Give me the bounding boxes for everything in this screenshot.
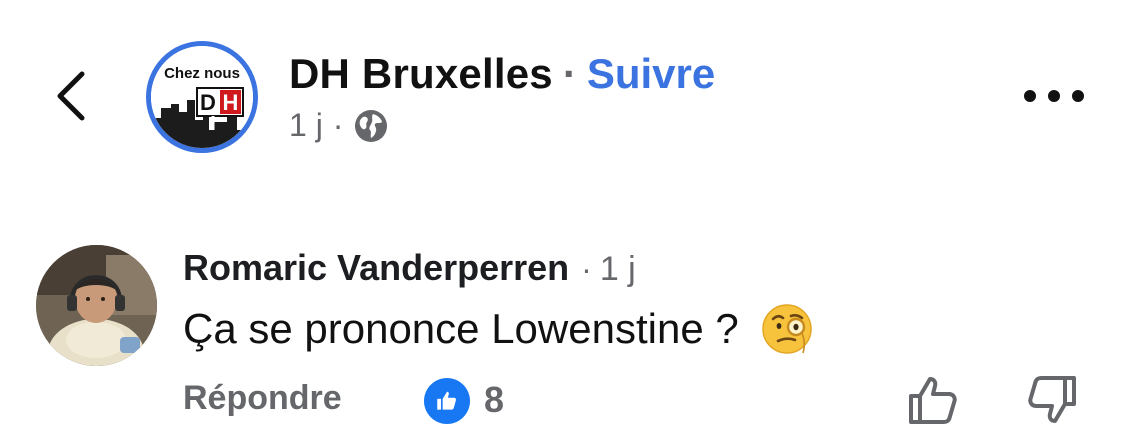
more-dot bbox=[1072, 90, 1084, 102]
logo-text: Chez nous bbox=[164, 65, 240, 82]
follow-button[interactable]: Suivre bbox=[587, 50, 715, 98]
commenter-photo bbox=[36, 245, 157, 366]
globe-icon bbox=[355, 109, 388, 142]
comment-header: Romaric Vanderperren · 1 j bbox=[183, 247, 636, 289]
comment-time[interactable]: 1 j bbox=[600, 250, 636, 289]
meta-separator: · bbox=[332, 107, 344, 143]
thumbs-down-icon[interactable] bbox=[1024, 372, 1080, 428]
chevron-left-icon bbox=[57, 71, 85, 121]
thumbs-up-icon[interactable] bbox=[905, 372, 961, 428]
more-dot bbox=[1024, 90, 1036, 102]
page-avatar[interactable]: Chez nous D H bbox=[146, 41, 258, 153]
back-button[interactable] bbox=[48, 66, 98, 126]
post-meta: 1 j · bbox=[289, 107, 389, 144]
post-header-title: DH Bruxelles · Suivre bbox=[289, 50, 715, 98]
page-name[interactable]: DH Bruxelles bbox=[289, 50, 553, 98]
like-badge-icon[interactable] bbox=[424, 378, 470, 424]
commenter-avatar[interactable] bbox=[36, 245, 157, 366]
title-separator: · bbox=[562, 50, 577, 97]
svg-text:D: D bbox=[200, 90, 216, 115]
author-separator: · bbox=[581, 251, 592, 287]
comment-body: Ça se prononce Lowenstine ? bbox=[183, 303, 813, 355]
post-time[interactable]: 1 j bbox=[289, 107, 323, 144]
comment-author[interactable]: Romaric Vanderperren bbox=[183, 247, 569, 289]
face-with-monocle-icon bbox=[761, 304, 812, 354]
svg-text:H: H bbox=[223, 90, 239, 115]
reply-button[interactable]: Répondre bbox=[183, 379, 342, 418]
more-options-button[interactable] bbox=[1024, 85, 1084, 107]
more-dot bbox=[1048, 90, 1060, 102]
like-count[interactable]: 8 bbox=[484, 379, 504, 421]
page-logo: Chez nous D H bbox=[151, 46, 253, 148]
comment-text: Ça se prononce Lowenstine ? bbox=[183, 305, 739, 352]
